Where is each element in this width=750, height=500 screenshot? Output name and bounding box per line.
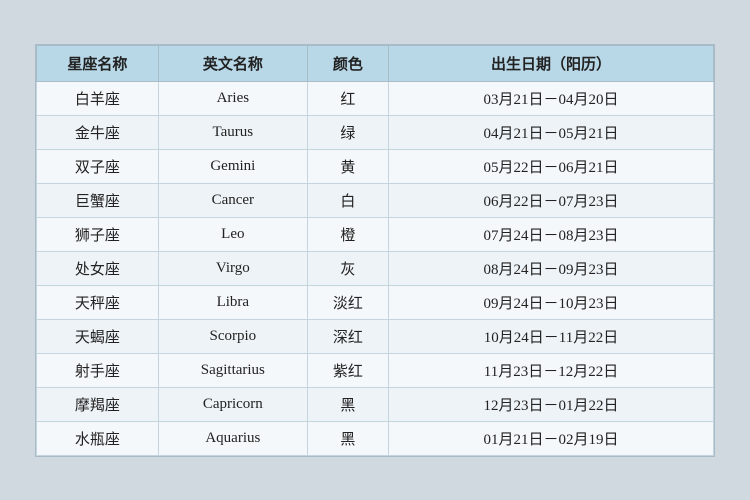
cell-chinese: 狮子座 bbox=[37, 217, 159, 251]
cell-chinese: 巨蟹座 bbox=[37, 183, 159, 217]
cell-chinese: 双子座 bbox=[37, 149, 159, 183]
table-row: 处女座Virgo灰08月24日－09月23日 bbox=[37, 251, 714, 285]
cell-color: 红 bbox=[307, 81, 388, 115]
cell-chinese: 处女座 bbox=[37, 251, 159, 285]
zodiac-table: 星座名称 英文名称 颜色 出生日期（阳历） 白羊座Aries红03月21日－04… bbox=[36, 45, 714, 456]
table-row: 白羊座Aries红03月21日－04月20日 bbox=[37, 81, 714, 115]
cell-color: 淡红 bbox=[307, 285, 388, 319]
cell-chinese: 摩羯座 bbox=[37, 387, 159, 421]
table-row: 水瓶座Aquarius黑01月21日－02月19日 bbox=[37, 421, 714, 455]
cell-english: Aquarius bbox=[158, 421, 307, 455]
cell-chinese: 金牛座 bbox=[37, 115, 159, 149]
table-header-row: 星座名称 英文名称 颜色 出生日期（阳历） bbox=[37, 45, 714, 81]
table-row: 天秤座Libra淡红09月24日－10月23日 bbox=[37, 285, 714, 319]
cell-chinese: 水瓶座 bbox=[37, 421, 159, 455]
header-chinese: 星座名称 bbox=[37, 45, 159, 81]
table-row: 巨蟹座Cancer白06月22日－07月23日 bbox=[37, 183, 714, 217]
cell-color: 黑 bbox=[307, 387, 388, 421]
cell-date: 06月22日－07月23日 bbox=[389, 183, 714, 217]
cell-english: Cancer bbox=[158, 183, 307, 217]
table-row: 狮子座Leo橙07月24日－08月23日 bbox=[37, 217, 714, 251]
cell-chinese: 天蝎座 bbox=[37, 319, 159, 353]
cell-english: Scorpio bbox=[158, 319, 307, 353]
table-body: 白羊座Aries红03月21日－04月20日金牛座Taurus绿04月21日－0… bbox=[37, 81, 714, 455]
header-color: 颜色 bbox=[307, 45, 388, 81]
cell-date: 01月21日－02月19日 bbox=[389, 421, 714, 455]
zodiac-table-container: 星座名称 英文名称 颜色 出生日期（阳历） 白羊座Aries红03月21日－04… bbox=[35, 44, 715, 457]
header-english: 英文名称 bbox=[158, 45, 307, 81]
cell-english: Libra bbox=[158, 285, 307, 319]
cell-color: 紫红 bbox=[307, 353, 388, 387]
cell-color: 白 bbox=[307, 183, 388, 217]
cell-english: Taurus bbox=[158, 115, 307, 149]
cell-date: 11月23日－12月22日 bbox=[389, 353, 714, 387]
cell-color: 橙 bbox=[307, 217, 388, 251]
table-row: 天蝎座Scorpio深红10月24日－11月22日 bbox=[37, 319, 714, 353]
table-row: 双子座Gemini黄05月22日－06月21日 bbox=[37, 149, 714, 183]
header-date: 出生日期（阳历） bbox=[389, 45, 714, 81]
cell-english: Sagittarius bbox=[158, 353, 307, 387]
table-row: 射手座Sagittarius紫红11月23日－12月22日 bbox=[37, 353, 714, 387]
cell-color: 深红 bbox=[307, 319, 388, 353]
cell-date: 10月24日－11月22日 bbox=[389, 319, 714, 353]
cell-date: 07月24日－08月23日 bbox=[389, 217, 714, 251]
cell-english: Capricorn bbox=[158, 387, 307, 421]
cell-date: 03月21日－04月20日 bbox=[389, 81, 714, 115]
cell-color: 绿 bbox=[307, 115, 388, 149]
cell-date: 12月23日－01月22日 bbox=[389, 387, 714, 421]
cell-chinese: 射手座 bbox=[37, 353, 159, 387]
cell-chinese: 白羊座 bbox=[37, 81, 159, 115]
cell-english: Aries bbox=[158, 81, 307, 115]
table-row: 摩羯座Capricorn黑12月23日－01月22日 bbox=[37, 387, 714, 421]
cell-color: 黑 bbox=[307, 421, 388, 455]
cell-english: Virgo bbox=[158, 251, 307, 285]
cell-date: 08月24日－09月23日 bbox=[389, 251, 714, 285]
cell-english: Gemini bbox=[158, 149, 307, 183]
cell-english: Leo bbox=[158, 217, 307, 251]
cell-color: 灰 bbox=[307, 251, 388, 285]
cell-color: 黄 bbox=[307, 149, 388, 183]
cell-date: 09月24日－10月23日 bbox=[389, 285, 714, 319]
table-row: 金牛座Taurus绿04月21日－05月21日 bbox=[37, 115, 714, 149]
cell-date: 04月21日－05月21日 bbox=[389, 115, 714, 149]
cell-chinese: 天秤座 bbox=[37, 285, 159, 319]
cell-date: 05月22日－06月21日 bbox=[389, 149, 714, 183]
